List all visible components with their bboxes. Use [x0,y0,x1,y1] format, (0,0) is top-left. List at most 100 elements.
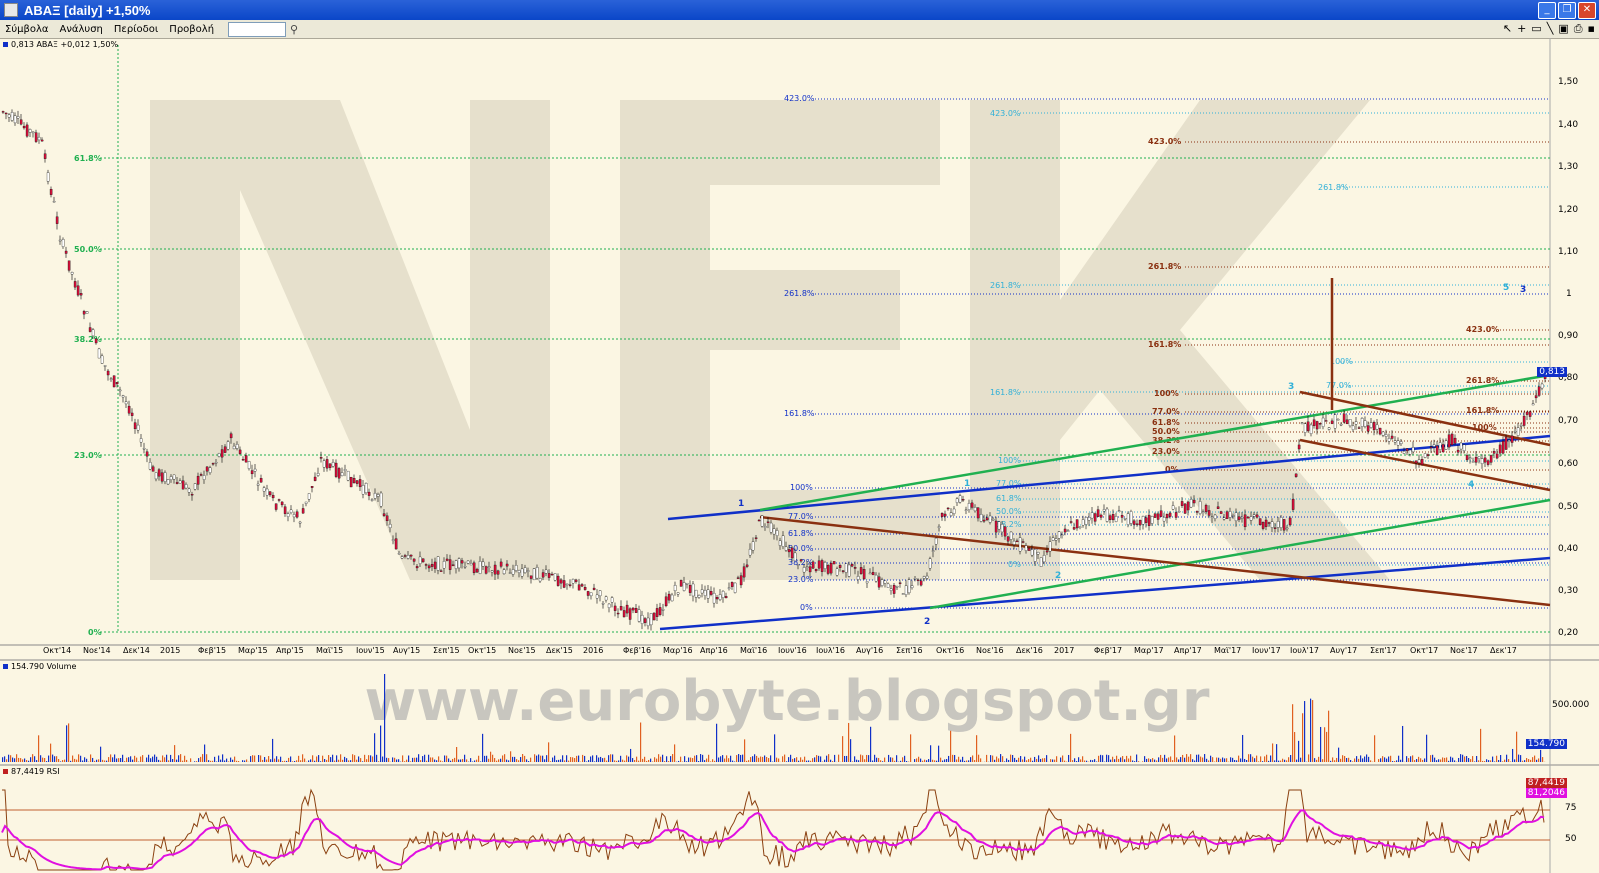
volume-bar [492,754,494,762]
candle-body [1072,527,1076,530]
x-tick: Οκτ'17 [1410,646,1439,655]
candle-body [1423,453,1427,458]
candle-body [1303,423,1307,433]
volume-panel-label: 154.790 Volume [3,662,76,671]
volume-bar [74,758,76,762]
candle-body [1501,441,1505,454]
volume-bar [544,759,546,762]
volume-bar [1032,760,1034,762]
candle-body [487,566,491,569]
candle-body [661,609,665,611]
volume-bar [276,756,278,762]
candle-body [949,512,953,516]
volume-bar [686,761,688,762]
candle-body [478,561,482,574]
candle-body [229,433,233,439]
candle-body [343,469,347,472]
candle-body [667,593,671,601]
volume-bar [92,757,94,762]
candle-body [859,567,863,574]
volume-bar [1162,757,1164,762]
volume-bar [604,757,606,762]
x-tick: Μαϊ'17 [1214,646,1242,655]
volume-bar [1172,760,1174,762]
volume-bar [596,755,598,762]
volume-bar [418,754,420,762]
volume-bar [1074,758,1076,762]
candle-body [211,463,215,465]
volume-bar [294,761,296,762]
volume-bar [1086,760,1088,762]
volume-bar [810,760,812,762]
volume-bar [126,757,128,762]
volume-bar [1420,758,1422,762]
trendline-blue-upper[interactable] [667,434,1551,521]
price-panel-label: 0,813 ΑΒΑΞ +0,012 1,50% [3,40,118,49]
candle-body [559,579,563,584]
volume-bar [1438,759,1440,762]
volume-bar [1224,758,1226,762]
volume-tick: 500.000 [1552,700,1590,710]
candle-body [724,596,728,599]
candle-body [604,596,608,601]
x-tick: Αυγ'15 [393,646,421,655]
candle-body [1435,445,1439,455]
candle-body [1522,415,1526,426]
candle-body [1408,449,1412,455]
volume-bar [430,757,432,762]
volume-bar [1272,743,1274,762]
volume-bar [1474,761,1476,762]
volume-bar [132,759,134,762]
rsi-ma-badge: 81,2046 [1525,788,1567,798]
candle-body [1087,517,1091,521]
volume-bar [1248,754,1250,762]
volume-bar [1462,754,1464,762]
candle-body [1258,518,1262,526]
x-tick: 2016 [583,646,604,655]
candle-body [931,550,935,552]
candle-body [469,563,473,566]
wave-label: 3 [1288,382,1294,392]
candle-body [424,564,428,566]
candle-body [295,511,299,518]
volume-bar [1206,758,1208,762]
volume-bar [954,755,956,762]
candle-body [19,119,23,125]
candle-body [1099,514,1103,518]
volume-bar [166,754,168,762]
candle-body [628,608,632,620]
candle-body [709,591,713,595]
volume-bar [744,739,746,762]
volume-bar [1178,759,1180,762]
volume-bar [318,755,320,762]
volume-bar [1138,761,1140,762]
volume-bar [174,745,176,762]
volume-bar [1230,757,1232,762]
volume-bar [516,759,518,762]
volume-bar [350,760,352,762]
candle-body [991,518,995,521]
candle-body [136,424,140,431]
volume-bar [1400,759,1402,762]
candle-body [1339,424,1343,426]
candle-body [1117,510,1121,512]
candle-body [1060,534,1064,536]
volume-bar [750,757,752,762]
volume-bar [292,761,294,762]
volume-bar [196,761,198,762]
volume-bar [454,757,456,762]
volume-bar [1542,757,1544,762]
candle-body [1132,520,1136,525]
candle-body [985,517,989,521]
candle-body [1471,461,1475,463]
chart-area[interactable]: www.eurobyte.blogspot.gr 61.8% 50.0% 38.… [0,0,1599,873]
volume-bar [1352,761,1354,762]
volume-bar [1414,760,1416,762]
volume-bar [952,754,954,762]
fib-cyan-label: 100% [1330,357,1353,366]
volume-bar [996,756,998,762]
volume-bar [794,758,796,762]
volume-bar [534,754,536,762]
volume-bar [800,757,802,762]
candle-body [1465,455,1469,461]
